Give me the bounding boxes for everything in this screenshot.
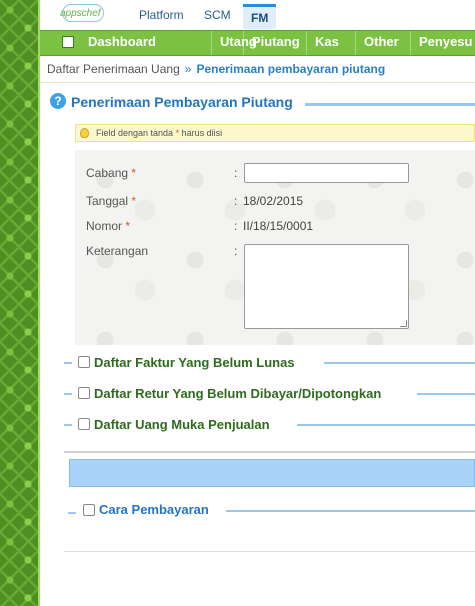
notice-prefix: Field dengan tanda xyxy=(96,128,174,138)
menu-utang[interactable]: Utang xyxy=(212,31,257,55)
keterangan-label: Keterangan xyxy=(86,244,149,258)
tanggal-colon: : xyxy=(234,194,238,208)
cara-label[interactable]: Cara Pembayaran xyxy=(99,502,209,517)
cabang-input[interactable] xyxy=(244,163,409,183)
lightbulb-icon xyxy=(80,128,89,138)
info-bar xyxy=(69,459,475,487)
cara-checkbox[interactable] xyxy=(83,504,95,516)
nomor-value: II/18/15/0001 xyxy=(243,219,314,233)
required-notice: Field dengan tanda * harus diisi xyxy=(75,124,475,142)
section-line xyxy=(324,362,475,364)
tanggal-label: Tanggal * xyxy=(86,194,137,208)
menu-dashboard-label: Dashboard xyxy=(88,34,156,49)
tab-fm[interactable]: FM xyxy=(243,4,277,29)
faktur-label[interactable]: Daftar Faktur Yang Belum Lunas xyxy=(94,355,295,370)
faktur-checkbox[interactable] xyxy=(78,356,90,368)
section-line xyxy=(297,424,475,426)
retur-checkbox[interactable] xyxy=(78,387,90,399)
notice-star: * xyxy=(175,128,180,138)
tab-scm[interactable]: SCM xyxy=(204,8,231,22)
main-content: appschef Platform SCM FM Dashboard Utang… xyxy=(40,0,475,606)
divider xyxy=(64,551,475,552)
notice-suffix: harus diisi xyxy=(181,128,223,138)
keterangan-colon: : xyxy=(234,244,238,258)
cabang-colon: : xyxy=(234,166,238,180)
help-icon[interactable]: ? xyxy=(50,93,66,109)
section-dash xyxy=(64,424,72,426)
main-menu: Dashboard Utang Piutang Kas Other Penyes… xyxy=(40,30,475,56)
section-dash xyxy=(64,393,72,395)
breadcrumb-current[interactable]: Penerimaan pembayaran piutang xyxy=(196,62,385,76)
breadcrumb-separator: » xyxy=(184,62,192,76)
menu-other[interactable]: Other xyxy=(356,31,411,55)
divider xyxy=(64,451,475,453)
keterangan-textarea[interactable] xyxy=(244,244,409,329)
logo[interactable]: appschef xyxy=(60,8,101,19)
uang-muka-checkbox[interactable] xyxy=(78,418,90,430)
section-line xyxy=(417,393,475,395)
cabang-label: Cabang * xyxy=(86,166,137,180)
tanggal-value: 18/02/2015 xyxy=(243,194,304,208)
breadcrumb-divider xyxy=(40,82,475,83)
menu-kas[interactable]: Kas xyxy=(307,31,356,55)
menu-penyesuaian[interactable]: Penyesu xyxy=(411,31,475,55)
nomor-colon: : xyxy=(234,219,238,233)
nomor-label: Nomor * xyxy=(86,219,131,233)
section-line xyxy=(226,510,475,512)
dashboard-icon xyxy=(62,35,74,48)
uang-muka-label[interactable]: Daftar Uang Muka Penjualan xyxy=(94,417,270,432)
page-title: Penerimaan Pembayaran Piutang xyxy=(71,94,293,110)
menu-piutang[interactable]: Piutang xyxy=(244,31,307,55)
top-nav: appschef Platform SCM FM xyxy=(40,0,475,30)
title-underline xyxy=(305,103,475,106)
breadcrumb: Daftar Penerimaan Uang » Penerimaan pembay… xyxy=(47,62,385,76)
menu-dashboard[interactable]: Dashboard xyxy=(40,31,212,55)
tab-platform[interactable]: Platform xyxy=(139,8,184,22)
payment-form: Cabang * : Tanggal * : 18/02/2015 Nomor … xyxy=(75,150,475,345)
section-dash xyxy=(64,362,72,364)
breadcrumb-parent[interactable]: Daftar Penerimaan Uang xyxy=(47,62,180,76)
resize-grip-icon[interactable] xyxy=(400,320,407,327)
section-dash xyxy=(68,512,76,514)
retur-label[interactable]: Daftar Retur Yang Belum Dibayar/Dipotong… xyxy=(94,386,381,401)
side-pattern xyxy=(0,0,38,606)
